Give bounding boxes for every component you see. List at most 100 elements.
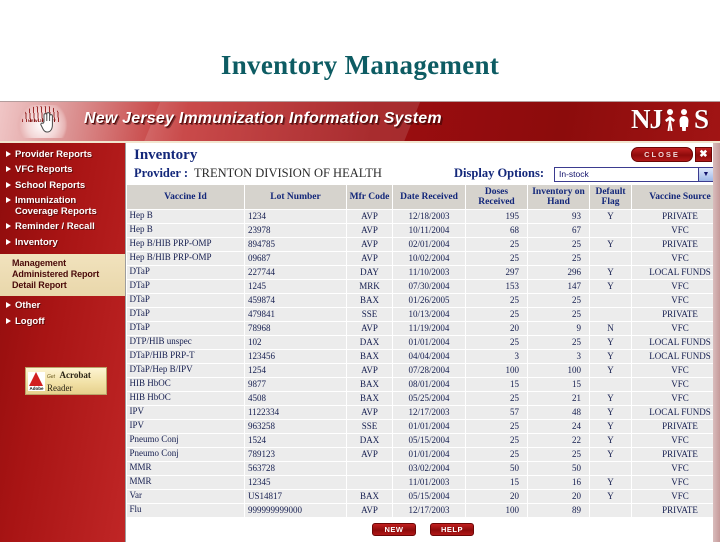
sidebar-item-other[interactable]: Other — [0, 299, 125, 315]
sidebar-item-vfc-reports[interactable]: VFC Reports — [0, 163, 125, 179]
table-row[interactable]: MMR1234511/01/20031516YVFC12/12/2005 — [127, 475, 720, 489]
table-row[interactable]: VarUS14817BAX05/15/20042020YVFC05/19/200… — [127, 489, 720, 503]
cell-lot-number: 789123 — [245, 447, 347, 461]
column-header-vaccine-id[interactable]: Vaccine Id — [127, 184, 245, 209]
column-header-mfr-code[interactable]: Mfr Code — [347, 184, 393, 209]
table-row[interactable]: MMR56372803/02/20045050VFC04/25/2005 — [127, 461, 720, 475]
cell-doses-received: 153 — [466, 279, 528, 293]
table-row[interactable]: DTaP78968AVP11/19/2004209NVFC11/19/2007 — [127, 321, 720, 335]
close-button[interactable]: CLOSE — [631, 147, 693, 162]
table-row[interactable]: Pneumo Conj789123AVP01/01/20042525YPRIVA… — [127, 447, 720, 461]
cell-date-received: 05/15/2004 — [393, 433, 466, 447]
cell-vaccine-source: PRIVATE — [632, 209, 720, 223]
column-header-vaccine-source[interactable]: Vaccine Source — [632, 184, 720, 209]
table-row[interactable]: DTaP/HIB PRP-T123456BAX04/04/200433YLOCA… — [127, 349, 720, 363]
cell-vaccine-id: Hep B — [127, 209, 245, 223]
cell-default-flag: Y — [590, 391, 632, 405]
table-row[interactable]: Hep B/HIB PRP-OMP894785AVP02/01/20042525… — [127, 237, 720, 251]
cell-date-received: 12/18/2003 — [393, 209, 466, 223]
inventory-content-panel: Inventory CLOSE ✖ Provider : TRENTON DIV… — [125, 143, 720, 542]
sidebar-item-reminder-recall[interactable]: Reminder / Recall — [0, 220, 125, 236]
app-title: New Jersey Immunization Information Syst… — [84, 110, 442, 128]
cell-mfr-code: BAX — [347, 349, 393, 363]
table-row[interactable]: IPV963258SSE01/01/20042524YPRIVATE01/01/… — [127, 419, 720, 433]
cell-vaccine-source: VFC — [632, 461, 720, 475]
table-row[interactable]: Hep B1234AVP12/18/200319593YPRIVATE12/01… — [127, 209, 720, 223]
cell-doses-received: 3 — [466, 349, 528, 363]
display-options-select[interactable]: In-stock ▼ — [554, 167, 714, 182]
cell-mfr-code: MRK — [347, 279, 393, 293]
sidebar-item-provider-reports[interactable]: Provider Reports — [0, 147, 125, 163]
cell-inventory-on-hand: 147 — [528, 279, 590, 293]
acrobat-get-label: Get — [47, 374, 55, 380]
submenu-item-management[interactable]: Management — [12, 258, 119, 269]
cell-mfr-code: AVP — [347, 321, 393, 335]
cell-date-received: 05/25/2004 — [393, 391, 466, 405]
cell-vaccine-id: DTaP — [127, 307, 245, 321]
table-row[interactable]: DTP/HIB unspec102DAX01/01/20042525YLOCAL… — [127, 335, 720, 349]
acrobat-line2: Reader — [47, 383, 72, 393]
table-row[interactable]: Hep B23978AVP10/11/20046867VFC10/11/2006 — [127, 223, 720, 237]
cell-default-flag: Y — [590, 405, 632, 419]
sidebar-item-logoff[interactable]: Logoff — [0, 314, 125, 330]
acrobat-text: Get Acrobat Reader — [47, 369, 91, 393]
submenu-item-administered-report[interactable]: Administered Report — [12, 269, 119, 280]
cell-doses-received: 25 — [466, 251, 528, 265]
column-header-lot-number[interactable]: Lot Number — [245, 184, 347, 209]
cell-inventory-on-hand: 9 — [528, 321, 590, 335]
cell-mfr-code: DAX — [347, 433, 393, 447]
column-header-inventory-on-hand[interactable]: Inventory on Hand — [528, 184, 590, 209]
column-header-doses-received[interactable]: Doses Received — [466, 184, 528, 209]
cell-mfr-code: BAX — [347, 293, 393, 307]
sidebar-item-immunization-coverage-reports[interactable]: Immunization Coverage Reports — [0, 194, 125, 220]
cell-default-flag: Y — [590, 475, 632, 489]
close-icon[interactable]: ✖ — [695, 147, 712, 162]
cell-lot-number: US14817 — [245, 489, 347, 503]
cell-default-flag: Y — [590, 209, 632, 223]
cell-default-flag: N — [590, 321, 632, 335]
new-button[interactable]: NEW — [372, 523, 416, 536]
inventory-submenu: Management Administered Report Detail Re… — [0, 254, 125, 296]
cell-date-received: 04/04/2004 — [393, 349, 466, 363]
table-row[interactable]: HIB HbOC4508BAX05/25/20042521YVFC05/25/2… — [127, 391, 720, 405]
cell-vaccine-source: VFC — [632, 251, 720, 265]
cell-default-flag: Y — [590, 279, 632, 293]
sidebar-item-school-reports[interactable]: School Reports — [0, 178, 125, 194]
submenu-item-detail-report[interactable]: Detail Report — [12, 280, 119, 291]
table-row[interactable]: IPV1122334AVP12/17/20035748YLOCAL FUNDS1… — [127, 405, 720, 419]
cell-lot-number: 12345 — [245, 475, 347, 489]
table-row[interactable]: Flu999999999000AVP12/17/200310089PRIVATE… — [127, 503, 720, 517]
cell-date-received: 11/19/2004 — [393, 321, 466, 335]
cell-date-received: 11/10/2003 — [393, 265, 466, 279]
cell-default-flag — [590, 223, 632, 237]
window-right-edge — [713, 143, 720, 542]
table-row[interactable]: HIB HbOC9877BAX08/01/20041515VFC01/01/20… — [127, 377, 720, 391]
help-button[interactable]: HELP — [430, 523, 474, 536]
cell-lot-number: 1234 — [245, 209, 347, 223]
table-row[interactable]: DTaP/Hep B/IPV1254AVP07/28/2004100100YVF… — [127, 363, 720, 377]
cell-vaccine-id: Pneumo Conj — [127, 433, 245, 447]
table-row[interactable]: DTaP479841SSE10/13/20042525PRIVATE10/01/… — [127, 307, 720, 321]
cell-date-received: 01/01/2004 — [393, 335, 466, 349]
column-header-default-flag[interactable]: Default Flag — [590, 184, 632, 209]
cell-default-flag — [590, 251, 632, 265]
table-row[interactable]: Pneumo Conj1524DAX05/15/20042522YVFC05/1… — [127, 433, 720, 447]
table-row[interactable]: DTaP227744DAY11/10/2003297296YLOCAL FUND… — [127, 265, 720, 279]
cell-default-flag: Y — [590, 237, 632, 251]
table-row[interactable]: Hep B/HIB PRP-OMP09687AVP10/02/20042525V… — [127, 251, 720, 265]
cell-default-flag — [590, 503, 632, 517]
table-row[interactable]: DTaP459874BAX01/26/20052525VFC01/25/2007 — [127, 293, 720, 307]
cell-date-received: 01/01/2004 — [393, 419, 466, 433]
sidebar-item-inventory[interactable]: Inventory — [0, 235, 125, 251]
page-title: Inventory Management — [0, 0, 720, 81]
cell-mfr-code: BAX — [347, 489, 393, 503]
cell-vaccine-source: LOCAL FUNDS — [632, 349, 720, 363]
chevron-right-icon — [6, 166, 11, 172]
cell-lot-number: 227744 — [245, 265, 347, 279]
cell-lot-number: 9877 — [245, 377, 347, 391]
cell-inventory-on-hand: 25 — [528, 447, 590, 461]
cell-mfr-code: AVP — [347, 405, 393, 419]
get-acrobat-reader-badge[interactable]: Adobe Get Acrobat Reader — [25, 367, 107, 395]
column-header-date-received[interactable]: Date Received — [393, 184, 466, 209]
table-row[interactable]: DTaP1245MRK07/30/2004153147YVFC07/02/200… — [127, 279, 720, 293]
